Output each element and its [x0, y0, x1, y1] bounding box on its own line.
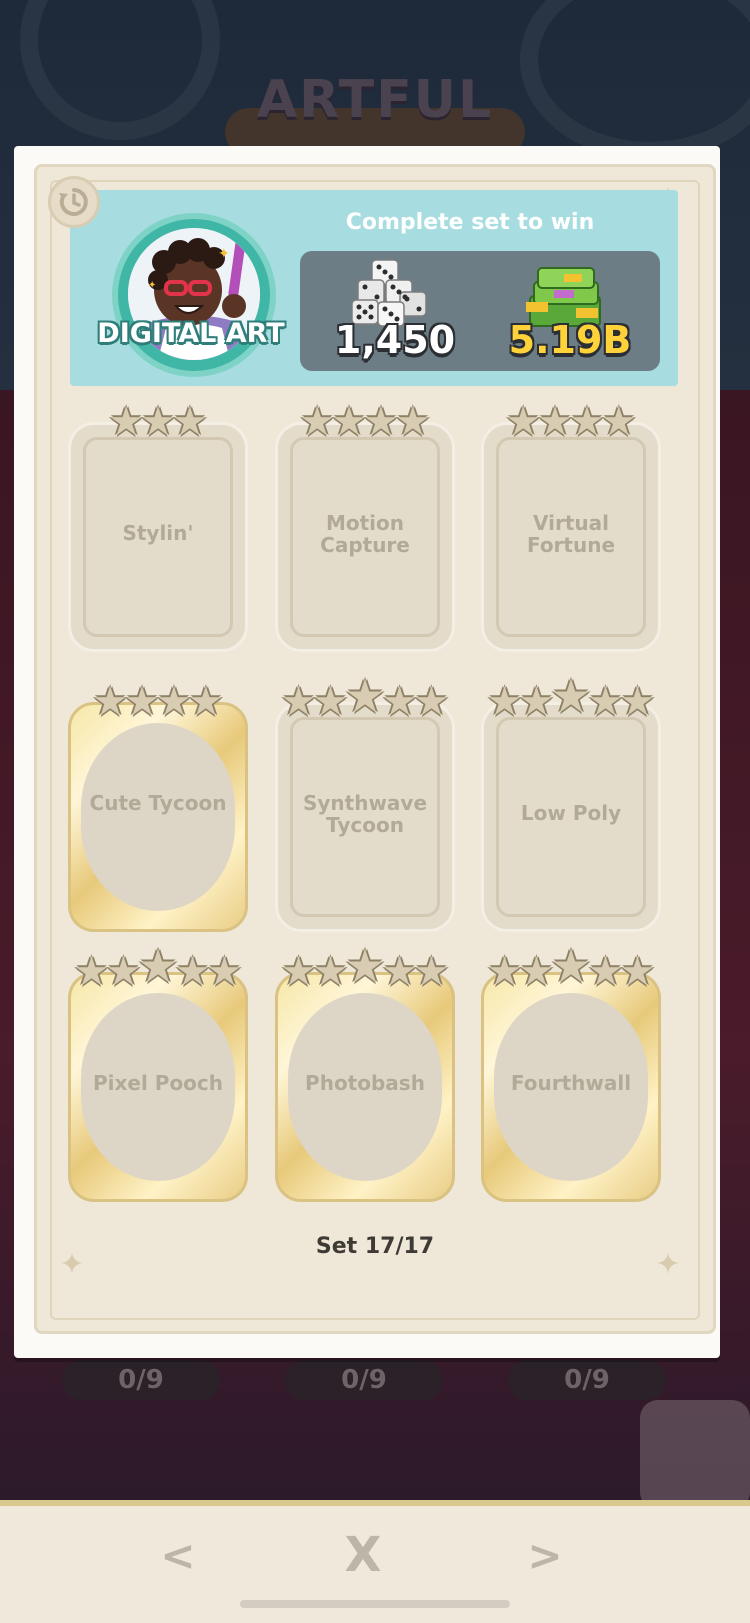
- close-button[interactable]: X: [333, 1527, 393, 1583]
- star-icon: ★: [550, 669, 592, 723]
- sticker-name: Synthwave Tycoon: [302, 791, 428, 837]
- star-icon: ★: [413, 949, 450, 995]
- cash-reward-value: 5.19B: [508, 318, 632, 362]
- history-icon: [59, 188, 88, 216]
- star-icon: ★: [619, 949, 656, 995]
- star-icon: ★: [124, 679, 160, 725]
- star-icon: ★: [518, 949, 555, 995]
- star-icon: ★: [344, 939, 386, 993]
- sticker-star-rating: ★ ★ ★ ★ ★: [275, 673, 455, 725]
- sticker-frame: [68, 702, 248, 932]
- previous-set-button[interactable]: <: [148, 1530, 208, 1580]
- close-icon: X: [344, 1527, 382, 1583]
- star-icon: ★: [312, 679, 349, 725]
- star-icon: ★: [92, 679, 129, 725]
- star-icon: ★: [73, 949, 110, 995]
- sticker-slot[interactable]: ★ ★ ★ ★ ★ Photobash: [275, 943, 455, 1202]
- sticker-name: Pixel Pooch: [92, 1071, 224, 1095]
- sticker-star-rating: ★ ★ ★ ★: [68, 682, 248, 722]
- dice-reward-value: 1,450: [334, 318, 456, 362]
- star-icon: ★: [587, 949, 624, 995]
- star-icon: ★: [206, 949, 243, 995]
- sticker-name: Fourthwall: [510, 1071, 632, 1095]
- next-set-button[interactable]: >: [515, 1530, 575, 1580]
- star-icon: ★: [486, 949, 523, 995]
- star-icon: ★: [381, 679, 418, 725]
- sticker-slot[interactable]: ★ ★ ★ ★ ★ Low Poly: [481, 673, 661, 932]
- star-icon: ★: [363, 399, 399, 445]
- star-icon: ★: [174, 949, 211, 995]
- star-icon: ★: [518, 679, 555, 725]
- set-progress-pill: 0/9: [508, 1360, 666, 1400]
- star-icon: ★: [394, 399, 431, 445]
- star-icon: ★: [187, 679, 224, 725]
- set-counter: Set 17/17: [315, 1234, 435, 1259]
- sticker-name: Cute Tycoon: [89, 791, 227, 815]
- sticker-slot[interactable]: ★ ★ ★ ★ Cute Tycoon: [68, 682, 248, 932]
- star-icon: ★: [137, 939, 179, 993]
- star-icon: ★: [108, 399, 145, 445]
- sticker-slot[interactable]: ★ ★ ★ ★ Motion Capture: [275, 402, 455, 652]
- set-name: DIGITAL ART: [97, 318, 285, 349]
- star-icon: ★: [600, 399, 637, 445]
- star-icon: ★: [344, 669, 386, 723]
- set-progress-pill: 0/9: [285, 1360, 443, 1400]
- sticker-slot[interactable]: ★ ★ ★ Stylin': [68, 402, 248, 652]
- sticker-star-rating: ★ ★ ★ ★: [481, 402, 661, 442]
- home-indicator[interactable]: [240, 1600, 510, 1608]
- history-button[interactable]: [48, 176, 100, 228]
- prize-title: Complete set to win: [345, 210, 595, 235]
- star-icon: ★: [505, 399, 542, 445]
- background-set-card: [640, 1400, 750, 1510]
- sticker-star-rating: ★ ★ ★ ★ ★: [481, 673, 661, 725]
- sticker-star-rating: ★ ★ ★ ★ ★: [481, 943, 661, 995]
- star-icon: ★: [156, 679, 192, 725]
- star-icon: ★: [331, 399, 367, 445]
- star-icon: ★: [105, 949, 142, 995]
- sticker-star-rating: ★ ★ ★ ★ ★: [275, 943, 455, 995]
- star-icon: ★: [413, 679, 450, 725]
- star-icon: ★: [587, 679, 624, 725]
- sticker-slot[interactable]: ★ ★ ★ ★ ★ Fourthwall: [481, 943, 661, 1202]
- sticker-name: Low Poly: [520, 801, 622, 825]
- svg-text:✦: ✦: [218, 246, 230, 262]
- set-progress-pill: 0/9: [62, 1360, 220, 1400]
- chevron-left-icon: <: [160, 1530, 196, 1580]
- sticker-slot[interactable]: ★ ★ ★ ★ ★ Pixel Pooch: [68, 943, 248, 1202]
- star-icon: ★: [312, 949, 349, 995]
- star-icon: ★: [171, 399, 208, 445]
- star-icon: ★: [280, 679, 317, 725]
- star-icon: ★: [140, 399, 176, 445]
- sticker-name: Motion Capture: [320, 511, 410, 557]
- sticker-name: Virtual Fortune: [526, 511, 616, 557]
- sticker-name: Stylin': [122, 521, 194, 545]
- star-icon: ★: [550, 939, 592, 993]
- album-title: ARTFUL: [256, 70, 494, 130]
- star-icon: ★: [280, 949, 317, 995]
- sticker-star-rating: ★ ★ ★: [68, 402, 248, 442]
- star-icon: ★: [381, 949, 418, 995]
- star-icon: ★: [569, 399, 605, 445]
- sticker-slot[interactable]: ★ ★ ★ ★ ★ Synthwave Tycoon: [275, 673, 455, 932]
- star-icon: ★: [486, 679, 523, 725]
- sticker-star-rating: ★ ★ ★ ★: [275, 402, 455, 442]
- sticker-name: Photobash: [305, 1071, 425, 1095]
- star-icon: ★: [619, 679, 656, 725]
- star-icon: ★: [537, 399, 573, 445]
- chevron-right-icon: >: [527, 1530, 563, 1580]
- sticker-slot[interactable]: ★ ★ ★ ★ Virtual Fortune: [481, 402, 661, 652]
- svg-text:✦: ✦: [148, 280, 156, 291]
- star-icon: ★: [299, 399, 336, 445]
- sticker-star-rating: ★ ★ ★ ★ ★: [68, 943, 248, 995]
